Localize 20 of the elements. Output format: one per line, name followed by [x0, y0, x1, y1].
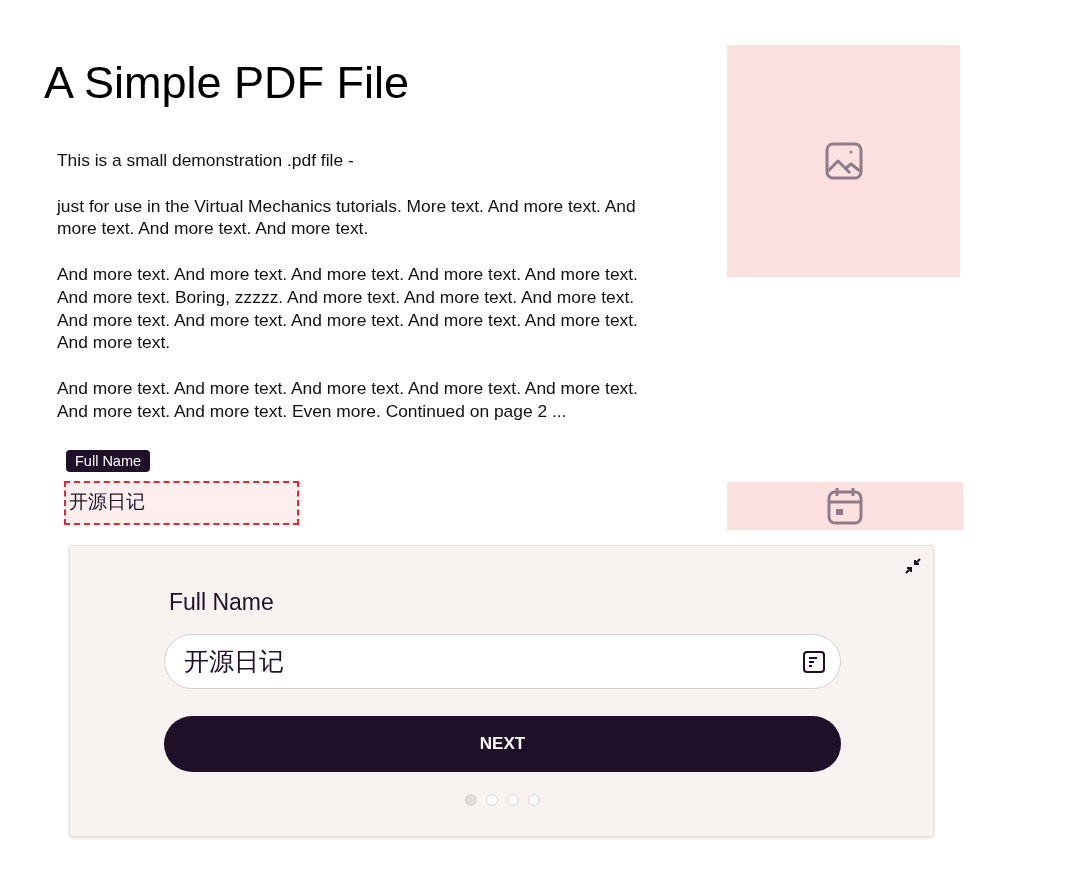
field-label: Full Name: [169, 588, 275, 617]
paragraph: And more text. And more text. And more text. And more text. And more text. And more text. And more text. Even more. Continued on page 2 ...: [57, 376, 639, 423]
text-format-icon[interactable]: [802, 649, 826, 674]
image-placeholder[interactable]: [727, 45, 960, 277]
paragraph: just for use in the Virtual Mechanics tutorials. More text. And more text. And more text. And more text. And more text.: [57, 194, 637, 241]
page-dot[interactable]: [507, 794, 519, 806]
field-tag: Full Name: [66, 450, 151, 473]
paragraph: This is a small demonstration .pdf file -: [57, 149, 355, 172]
date-field[interactable]: [727, 482, 963, 531]
next-button[interactable]: NEXT: [164, 716, 841, 772]
document-title: A Simple PDF File: [44, 57, 411, 109]
page-dot[interactable]: [528, 794, 540, 806]
calendar-icon: [827, 487, 863, 526]
page-dot[interactable]: [465, 794, 477, 806]
paragraph: And more text. And more text. And more text. And more text. And more text. And more text. Boring, zzzzz. And more text. And more text. And more text. And more text. And more text. And more text. And more text. And more text. And more text.: [57, 263, 639, 354]
minimize-icon[interactable]: [905, 558, 921, 574]
input-field[interactable]: 开源日记: [64, 481, 299, 526]
text-field[interactable]: 开源日记: [164, 634, 841, 689]
image-icon: [823, 141, 864, 181]
page-dot[interactable]: [486, 794, 498, 806]
